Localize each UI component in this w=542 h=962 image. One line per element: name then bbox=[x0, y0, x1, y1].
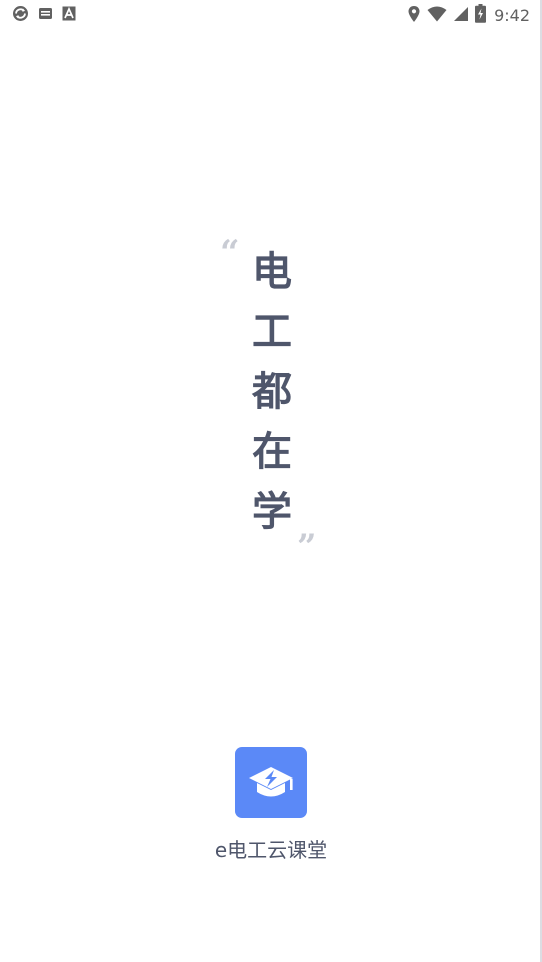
app-name: e电工云课堂 bbox=[214, 838, 328, 862]
status-bar-notifications bbox=[12, 5, 76, 26]
status-bar-time: 9:42 bbox=[494, 5, 530, 25]
battery-charging-icon bbox=[475, 4, 487, 27]
slogan-char: 电 bbox=[252, 249, 292, 295]
status-bar-system: 9:42 bbox=[407, 4, 530, 27]
graduation-cap-lightning-icon bbox=[249, 767, 293, 797]
font-a-icon bbox=[62, 6, 76, 25]
sync-icon bbox=[12, 5, 29, 26]
cell-signal-icon bbox=[453, 6, 469, 26]
app-logo bbox=[235, 747, 307, 818]
location-pin-icon bbox=[407, 5, 421, 27]
opening-quote-mark: “ bbox=[220, 233, 240, 273]
slogan: 电 工 都 在 学 bbox=[248, 244, 296, 544]
slogan-char: 在 bbox=[252, 429, 292, 475]
slogan-char: 学 bbox=[252, 489, 292, 535]
slogan-char: 工 bbox=[252, 309, 292, 355]
closing-quote-mark: ” bbox=[297, 527, 317, 567]
wifi-icon bbox=[427, 6, 447, 26]
sd-card-icon bbox=[38, 6, 53, 25]
slogan-char: 都 bbox=[252, 369, 292, 415]
status-bar: 9:42 bbox=[0, 0, 540, 28]
